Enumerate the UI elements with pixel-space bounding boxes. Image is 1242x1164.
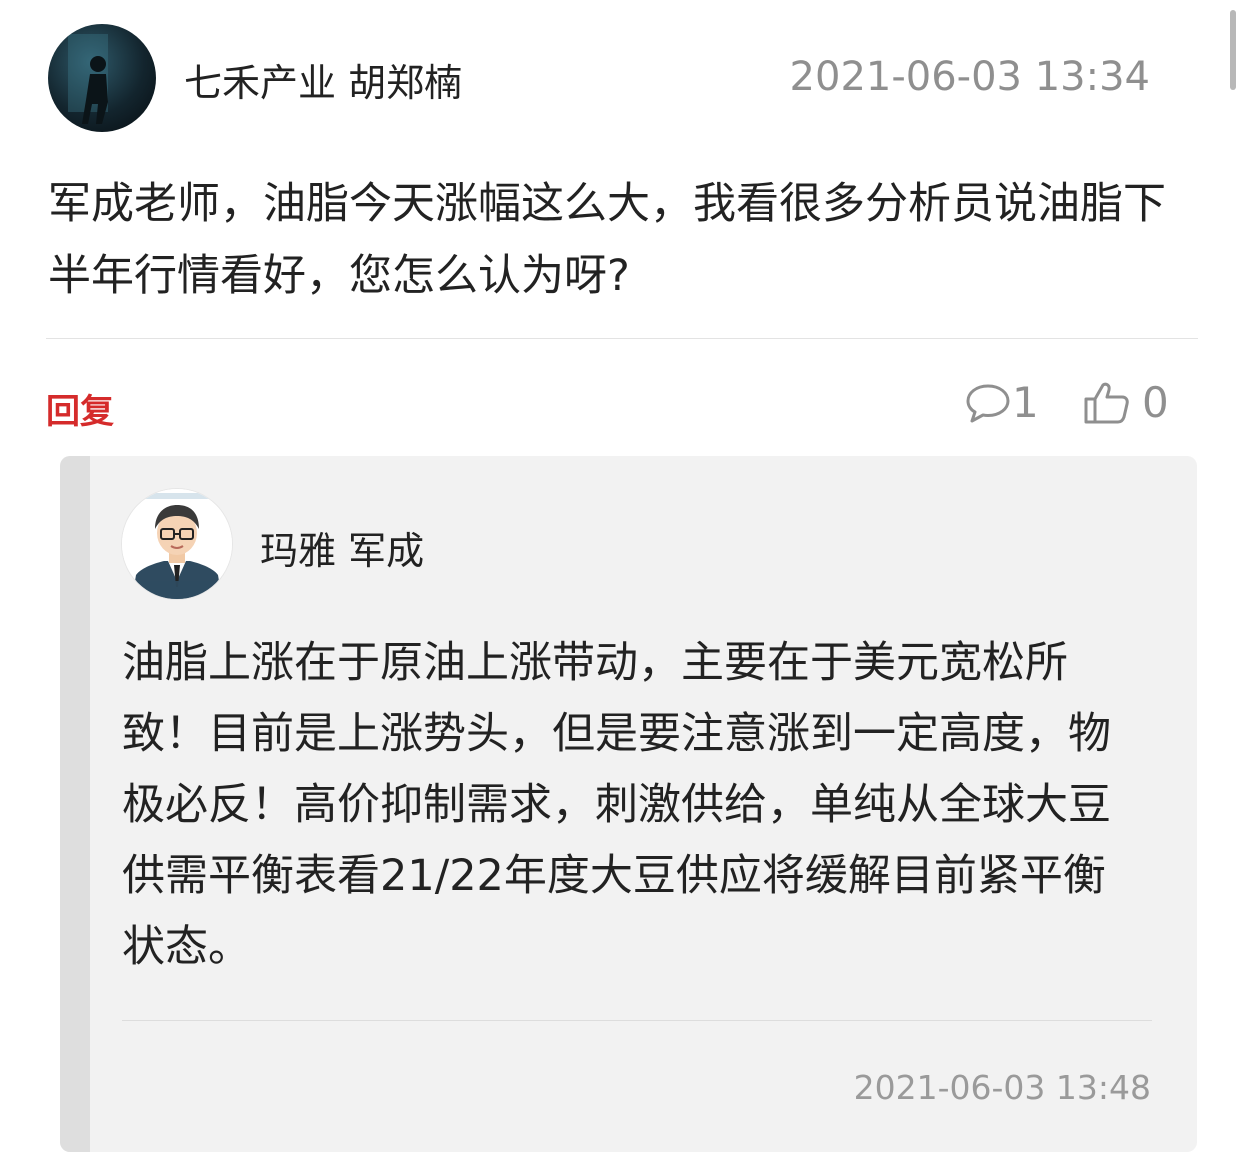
teacher-cartoon-icon <box>122 489 232 599</box>
reply-card: 玛雅 军成 油脂上涨在于原油上涨带动，主要在于美元宽松所致！目前是上涨势头，但是… <box>60 456 1197 1152</box>
comment-count: 1 <box>1012 378 1039 427</box>
reply-timestamp: 2021-06-03 13:48 <box>853 1068 1151 1107</box>
avatar[interactable] <box>48 24 156 132</box>
question-text: 军成老师，油脂今天涨幅这么大，我看很多分析员说油脂下半年行情看好，您怎么认为呀? <box>48 179 1166 301</box>
reply-author: 玛雅 军成 <box>260 529 425 573</box>
question-timestamp: 2021-06-03 13:34 <box>789 54 1150 100</box>
reply-text: 油脂上涨在于原油上涨带动，主要在于美元宽松所致！目前是上涨势头，但是要注意涨到一… <box>122 638 1111 972</box>
reply-divider <box>122 1020 1152 1021</box>
comment-count-button[interactable]: 1 <box>964 378 1039 427</box>
divider <box>46 338 1198 339</box>
reply-avatar[interactable] <box>122 489 232 599</box>
thumbs-up-icon <box>1082 380 1142 426</box>
like-count: 0 <box>1142 378 1169 427</box>
scrollbar[interactable] <box>1228 0 1242 1164</box>
person-silhouette-icon <box>68 34 108 124</box>
reply-button[interactable]: 回复 <box>46 384 114 433</box>
scrollbar-thumb[interactable] <box>1230 10 1236 90</box>
reply-quote-bar <box>60 456 90 1152</box>
question-author: 七禾产业 胡郑楠 <box>184 61 463 105</box>
speech-bubble-icon <box>964 381 1012 425</box>
like-button[interactable]: 0 <box>1082 378 1169 427</box>
